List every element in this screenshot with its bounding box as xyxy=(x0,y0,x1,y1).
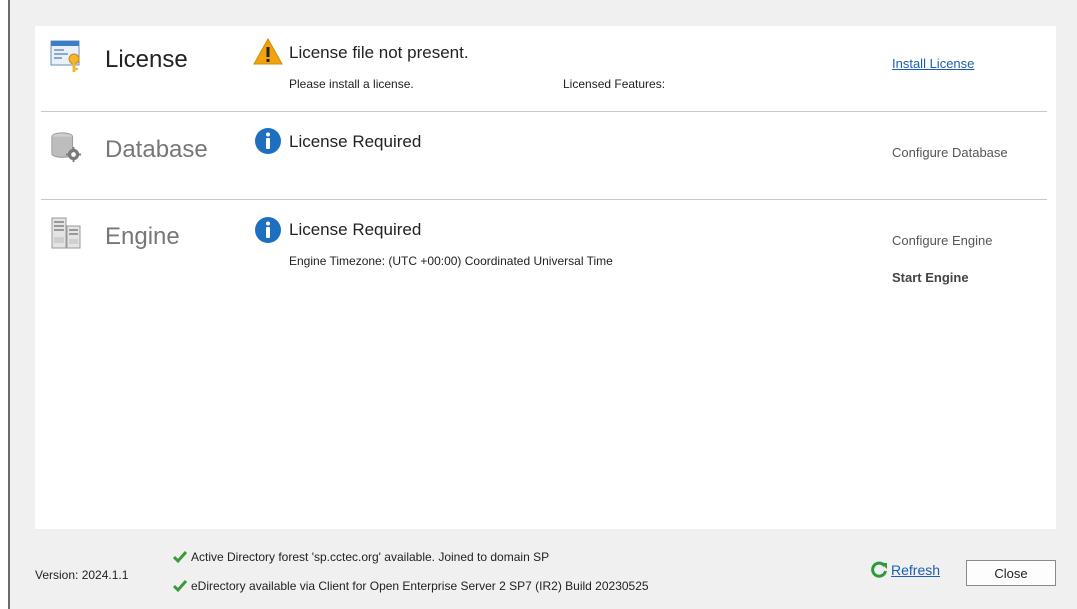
database-title: Database xyxy=(105,136,208,163)
edirectory-status-text: eDirectory available via Client for Open… xyxy=(191,579,649,593)
edirectory-status: eDirectory available via Client for Open… xyxy=(173,579,649,593)
license-title: License xyxy=(105,46,188,73)
database-status-text: License Required xyxy=(289,132,422,151)
check-icon xyxy=(173,580,187,593)
database-gear-icon xyxy=(51,132,82,163)
warning-icon xyxy=(253,37,283,65)
licensed-features-label: Licensed Features: xyxy=(563,77,666,91)
start-engine-button[interactable]: Start Engine xyxy=(892,270,969,285)
status-panel: License License file not present. Please… xyxy=(35,26,1056,529)
database-row: Database License Required Configure Data… xyxy=(35,112,1056,199)
license-row: License License file not present. Please… xyxy=(35,26,1056,111)
version-label: Version: 2024.1.1 xyxy=(35,568,129,582)
close-button[interactable]: Close xyxy=(966,560,1056,586)
window-left-border xyxy=(0,0,10,609)
engine-row: Engine License Required Engine Timezone:… xyxy=(35,199,1056,319)
configure-engine-link[interactable]: Configure Engine xyxy=(892,233,992,248)
license-certificate-icon xyxy=(50,40,80,72)
info-icon xyxy=(255,128,281,154)
engine-status-text: License Required xyxy=(289,220,422,239)
engine-timezone-text: Engine Timezone: (UTC +00:00) Coordinate… xyxy=(289,254,613,268)
refresh-label: Refresh xyxy=(891,562,941,578)
engine-title: Engine xyxy=(105,223,180,250)
server-icon xyxy=(51,217,81,249)
active-directory-status: Active Directory forest 'sp.cctec.org' a… xyxy=(173,550,549,564)
refresh-icon xyxy=(871,561,887,578)
license-detail-text: Please install a license. xyxy=(289,77,414,91)
configure-database-link[interactable]: Configure Database xyxy=(892,145,1008,160)
info-icon xyxy=(255,217,281,243)
refresh-button[interactable]: Refresh xyxy=(870,561,940,579)
license-status-text: License file not present. xyxy=(289,43,469,62)
install-license-link[interactable]: Install License xyxy=(892,56,974,71)
active-directory-status-text: Active Directory forest 'sp.cctec.org' a… xyxy=(191,550,550,564)
check-icon xyxy=(173,551,187,564)
